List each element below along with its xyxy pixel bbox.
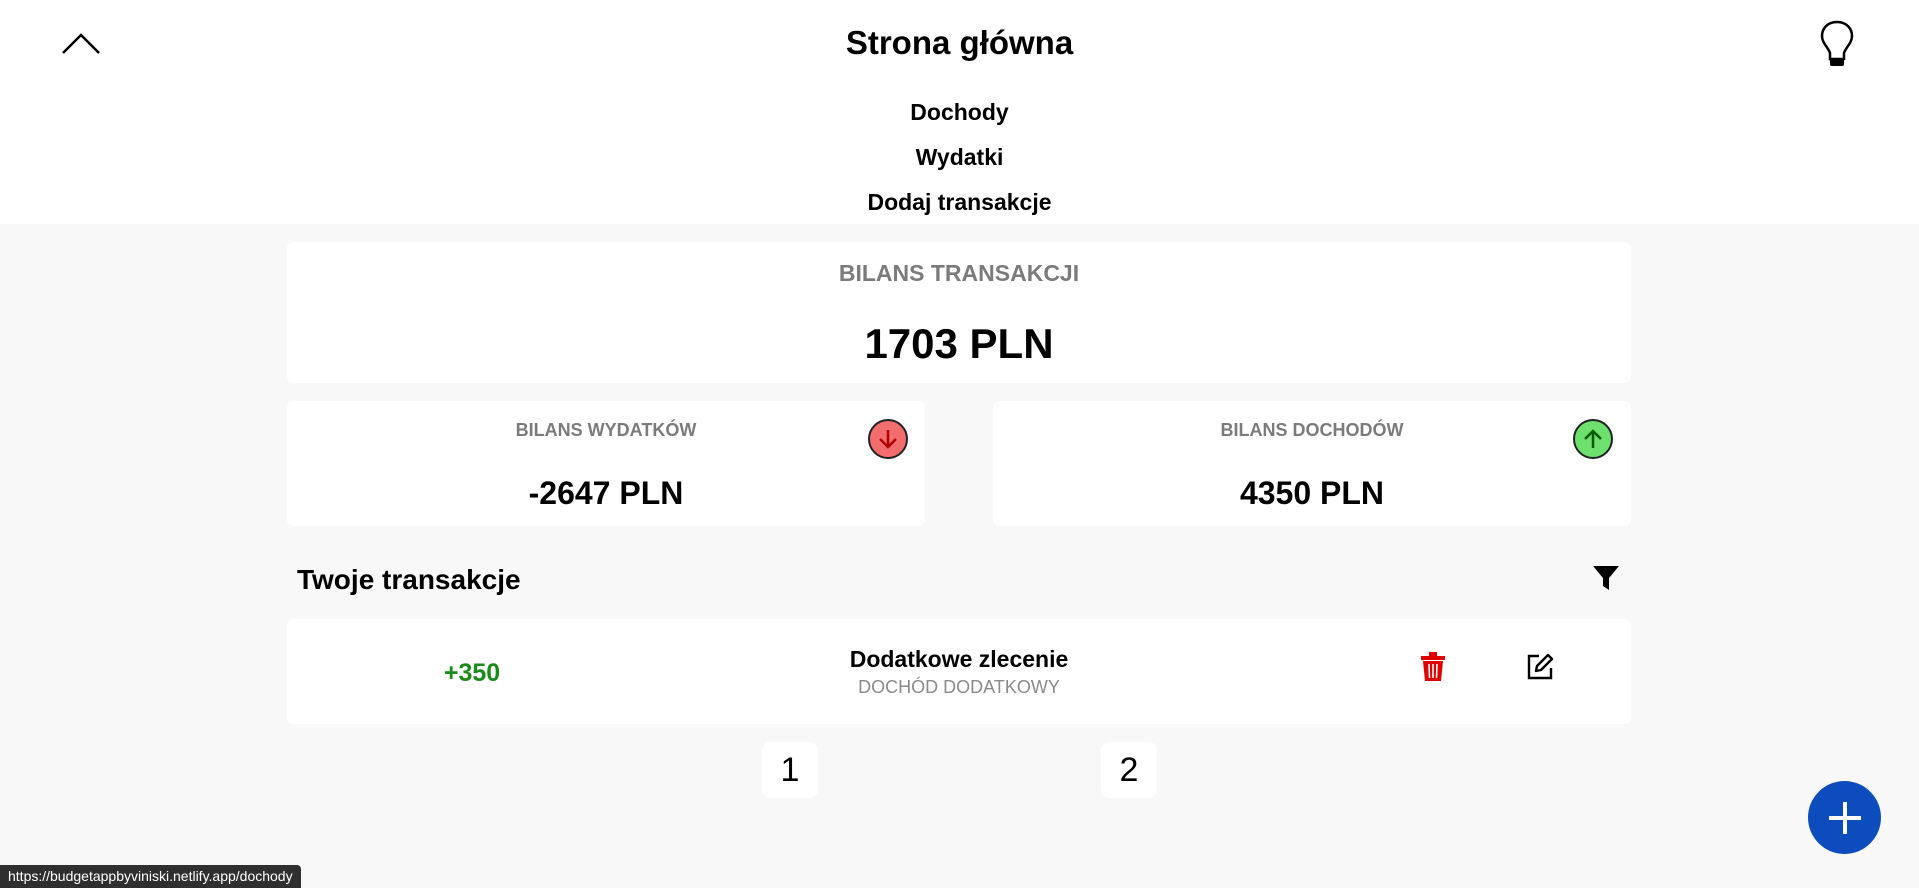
expenses-balance-value: -2647 PLN — [528, 475, 684, 511]
edit-transaction-button[interactable] — [1525, 652, 1557, 686]
total-balance-card: BILANS TRANSAKCJI 1703 PLN — [287, 242, 1631, 383]
pagination-page-2[interactable]: 2 — [1101, 742, 1157, 798]
trash-icon — [1421, 652, 1445, 681]
top-navigation: Strona główna Dochody Wydatki Dodaj tran… — [0, 0, 1919, 224]
arrow-up-circle-icon — [1573, 419, 1613, 459]
nav-link-add-transaction[interactable]: Dodaj transakcje — [850, 186, 1070, 231]
delete-transaction-button[interactable] — [1420, 652, 1450, 686]
status-url-bar: https://budgetappbyviniski.netlify.app/d… — [0, 865, 301, 888]
total-balance-value: 1703 PLN — [864, 320, 1054, 367]
transactions-heading: Twoje transakcje — [297, 564, 521, 595]
plus-icon — [1828, 801, 1861, 834]
lightbulb-icon — [1820, 20, 1854, 66]
add-transaction-fab[interactable] — [1808, 781, 1881, 854]
nav-link-expenses[interactable]: Wydatki — [850, 141, 1070, 186]
income-balance-label: BILANS DOCHODÓW — [1220, 420, 1404, 440]
filter-button[interactable] — [1591, 563, 1621, 593]
pagination-page-1[interactable]: 1 — [762, 742, 818, 798]
theme-toggle-button[interactable] — [1815, 16, 1859, 72]
total-balance-label: BILANS TRANSAKCJI — [838, 260, 1080, 286]
nav-link-income[interactable]: Dochody — [850, 96, 1070, 141]
page-title: Strona główna — [845, 24, 1074, 61]
arrow-down-circle-icon — [868, 419, 908, 459]
main-nav: Dochody Wydatki Dodaj transakcje — [0, 96, 1919, 231]
transaction-row: +350 Dodatkowe zlecenie DOCHÓD DODATKOWY — [287, 619, 1631, 724]
income-balance-card: BILANS DOCHODÓW 4350 PLN — [993, 401, 1631, 526]
expenses-balance-card: BILANS WYDATKÓW -2647 PLN — [287, 401, 925, 526]
edit-icon — [1527, 653, 1554, 680]
expenses-balance-label: BILANS WYDATKÓW — [515, 420, 697, 440]
income-balance-value: 4350 PLN — [1239, 475, 1385, 511]
filter-icon — [1593, 566, 1619, 590]
